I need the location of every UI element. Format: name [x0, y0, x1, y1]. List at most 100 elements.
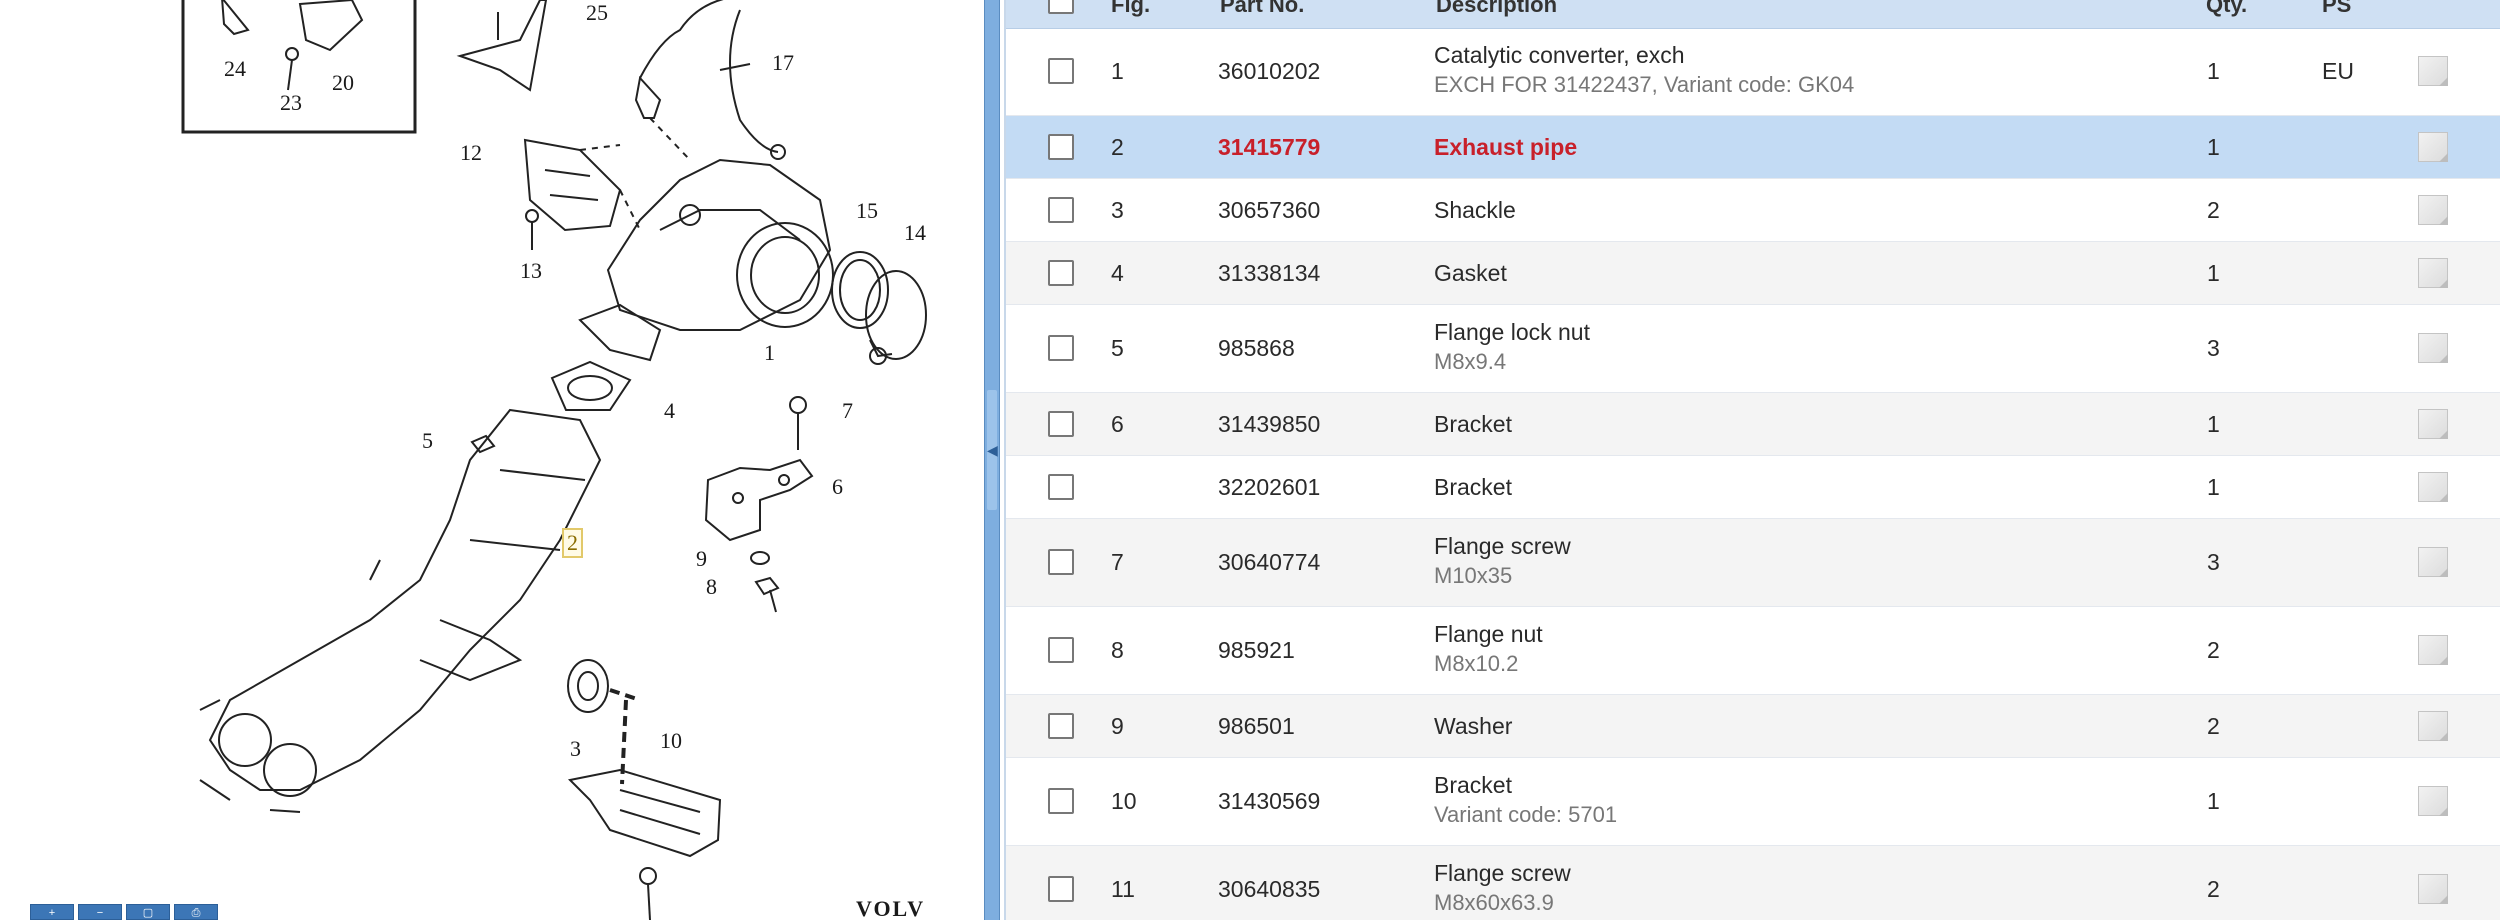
note-icon[interactable] — [2418, 547, 2448, 577]
cell-part-no[interactable]: 31415779 — [1218, 134, 1320, 161]
diagram-callout[interactable]: 4 — [664, 398, 675, 424]
cell-qty: 1 — [2207, 474, 2220, 500]
row-checkbox[interactable] — [1048, 197, 1074, 223]
exploded-diagram-pane[interactable]: 24 23 20 25 17 12 13 15 14 1 4 7 5 6 2 9… — [0, 0, 980, 920]
cell-description: Catalytic converter, exch — [1434, 42, 1685, 68]
note-icon[interactable] — [2418, 472, 2448, 502]
note-icon[interactable] — [2418, 874, 2448, 904]
header-fig[interactable]: Fig. — [1111, 0, 1150, 18]
cell-description: Flange screw — [1434, 533, 1571, 559]
cell-part-no[interactable]: 32202601 — [1218, 474, 1320, 501]
row-checkbox[interactable] — [1048, 876, 1074, 902]
diagram-callout[interactable]: 8 — [706, 574, 717, 600]
row-checkbox[interactable] — [1048, 260, 1074, 286]
table-row[interactable]: 5 985868 Flange lock nut M8x9.4 3 — [1006, 305, 2500, 393]
pane-splitter[interactable]: ◀ — [984, 0, 1000, 920]
note-icon[interactable] — [2418, 409, 2448, 439]
diagram-callout[interactable]: 23 — [280, 90, 302, 116]
table-row[interactable]: 32202601 Bracket 1 — [1006, 456, 2500, 519]
table-row[interactable]: 10 31430569 Bracket Variant code: 5701 1 — [1006, 758, 2500, 846]
note-icon[interactable] — [2418, 56, 2448, 86]
note-icon[interactable] — [2418, 786, 2448, 816]
parts-catalog-app: 24 23 20 25 17 12 13 15 14 1 4 7 5 6 2 9… — [0, 0, 2500, 920]
cell-part-no[interactable]: 30640835 — [1218, 876, 1320, 903]
cell-part-no[interactable]: 36010202 — [1218, 58, 1320, 85]
note-icon[interactable] — [2418, 635, 2448, 665]
diagram-callout[interactable]: 25 — [586, 0, 608, 26]
cell-description-detail: M8x60x63.9 — [1434, 890, 1554, 915]
row-checkbox[interactable] — [1048, 335, 1074, 361]
diagram-callout[interactable]: 3 — [570, 736, 581, 762]
collapse-left-icon[interactable]: ◀ — [987, 390, 998, 510]
header-qty[interactable]: Qty. — [2206, 0, 2247, 18]
print-icon[interactable]: ⎙ — [174, 904, 218, 920]
diagram-callout[interactable]: 17 — [772, 50, 794, 76]
diagram-callout[interactable]: 1 — [764, 340, 775, 366]
cell-description-detail: M10x35 — [1434, 563, 1513, 588]
note-icon[interactable] — [2418, 333, 2448, 363]
table-row[interactable]: 7 30640774 Flange screw M10x35 3 — [1006, 519, 2500, 607]
table-row[interactable]: 1 36010202 Catalytic converter, exch EXC… — [1006, 28, 2500, 116]
diagram-callout[interactable]: 15 — [856, 198, 878, 224]
cell-description-detail: EXCH FOR 31422437, Variant code: GK04 — [1434, 72, 1855, 97]
row-checkbox[interactable] — [1048, 713, 1074, 739]
exhaust-diagram-drawing — [181, 0, 927, 920]
diagram-callout[interactable]: 5 — [422, 428, 433, 454]
cell-part-no[interactable]: 30640774 — [1218, 549, 1320, 576]
cell-description: Bracket — [1434, 474, 1512, 500]
cell-part-no[interactable]: 985921 — [1218, 637, 1295, 664]
cell-part-no[interactable]: 30657360 — [1218, 197, 1320, 224]
header-part-no[interactable]: Part No. — [1220, 0, 1304, 18]
diagram-callout[interactable]: 10 — [660, 728, 682, 754]
cell-part-no[interactable]: 985868 — [1218, 335, 1295, 362]
header-ps[interactable]: PS — [2322, 0, 2351, 18]
table-row[interactable]: 8 985921 Flange nut M8x10.2 2 — [1006, 607, 2500, 695]
table-row[interactable]: 11 30640835 Flange screw M8x60x63.9 2 — [1006, 846, 2500, 920]
diagram-callout[interactable]: 12 — [460, 140, 482, 166]
diagram-callout[interactable]: 7 — [842, 398, 853, 424]
cell-fig: 3 — [1111, 197, 1124, 223]
table-row-selected[interactable]: 2 31415779 Exhaust pipe 1 — [1006, 116, 2500, 179]
cell-description: Shackle — [1434, 197, 1516, 223]
cell-part-no[interactable]: 986501 — [1218, 713, 1295, 740]
row-checkbox[interactable] — [1048, 474, 1074, 500]
note-icon[interactable] — [2418, 132, 2448, 162]
zoom-in-icon[interactable]: + — [30, 904, 74, 920]
note-icon[interactable] — [2418, 258, 2448, 288]
note-icon[interactable] — [2418, 711, 2448, 741]
cell-qty: 1 — [2207, 788, 2220, 814]
table-row[interactable]: 3 30657360 Shackle 2 — [1006, 179, 2500, 242]
cell-fig: 6 — [1111, 411, 1124, 437]
table-row[interactable]: 6 31439850 Bracket 1 — [1006, 393, 2500, 456]
row-checkbox[interactable] — [1048, 58, 1074, 84]
diagram-callout[interactable]: 24 — [224, 56, 246, 82]
table-header: Fig. Part No. Description Qty. PS — [1006, 0, 2500, 29]
cell-part-no[interactable]: 31439850 — [1218, 411, 1320, 438]
row-checkbox[interactable] — [1048, 788, 1074, 814]
diagram-toolbar: + − ▢ ⎙ — [30, 904, 218, 920]
diagram-callout[interactable]: 20 — [332, 70, 354, 96]
cell-part-no[interactable]: 31338134 — [1218, 260, 1320, 287]
row-checkbox[interactable] — [1048, 411, 1074, 437]
table-row[interactable]: 4 31338134 Gasket 1 — [1006, 242, 2500, 305]
diagram-callout[interactable]: 14 — [904, 220, 926, 246]
parts-table-body: 1 36010202 Catalytic converter, exch EXC… — [1006, 28, 2500, 920]
select-all-checkbox[interactable] — [1048, 0, 1074, 14]
parts-table-pane: Fig. Part No. Description Qty. PS 1 3601… — [1004, 0, 2500, 920]
cell-qty: 2 — [2207, 876, 2220, 902]
table-row[interactable]: 9 986501 Washer 2 — [1006, 695, 2500, 758]
row-checkbox[interactable] — [1048, 549, 1074, 575]
diagram-callout[interactable]: 9 — [696, 546, 707, 572]
cell-qty: 2 — [2207, 197, 2220, 223]
diagram-callout[interactable]: 6 — [832, 474, 843, 500]
cell-qty: 1 — [2207, 58, 2220, 84]
cell-part-no[interactable]: 31430569 — [1218, 788, 1320, 815]
zoom-out-icon[interactable]: − — [78, 904, 122, 920]
header-description[interactable]: Description — [1436, 0, 1557, 18]
diagram-callout-highlighted[interactable]: 2 — [562, 528, 583, 558]
row-checkbox[interactable] — [1048, 134, 1074, 160]
fit-icon[interactable]: ▢ — [126, 904, 170, 920]
row-checkbox[interactable] — [1048, 637, 1074, 663]
diagram-callout[interactable]: 13 — [520, 258, 542, 284]
note-icon[interactable] — [2418, 195, 2448, 225]
